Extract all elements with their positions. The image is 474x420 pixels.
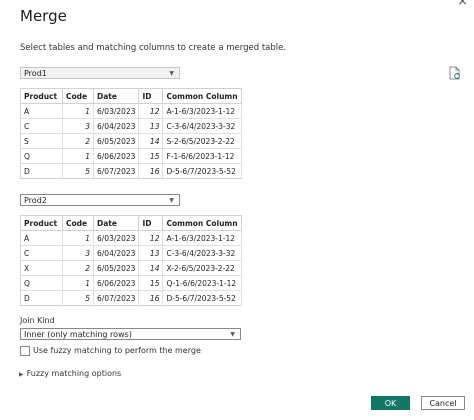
table2-preview: Product Code Date ID Common Column A 1 6… (20, 215, 242, 306)
cancel-button[interactable]: Cancel (421, 396, 465, 410)
table-cell: A (20, 230, 63, 246)
table-cell: X (20, 260, 63, 276)
table-cell: 5 (62, 163, 94, 179)
table-cell: 1 (62, 275, 94, 291)
column-header[interactable]: Date (93, 215, 140, 231)
table2-select-value: Prod2 (24, 196, 47, 205)
table-row: C 3 6/04/2023 13 C-3-6/4/2023-3-32 (20, 118, 242, 134)
fuzzy-options-label: Fuzzy matching options (26, 369, 122, 378)
table-cell: 3 (62, 118, 94, 134)
chevron-down-icon: ▼ (169, 70, 174, 77)
ok-button[interactable]: OK (371, 396, 410, 410)
table-cell: 6/06/2023 (93, 275, 140, 291)
table-row: Q 1 6/06/2023 15 F-1-6/6/2023-1-12 (20, 148, 242, 164)
table-row: A 1 6/03/2023 12 A-1-6/3/2023-1-12 (20, 230, 242, 246)
table-cell: 6/06/2023 (93, 148, 140, 164)
close-button[interactable]: × (457, 0, 468, 9)
chevron-right-icon: ▶ (19, 371, 24, 378)
table-cell: 5 (62, 290, 94, 306)
table-cell: 3 (62, 245, 94, 261)
table-cell: A-1-6/3/2023-1-12 (162, 230, 242, 246)
table-cell: 6/04/2023 (93, 118, 140, 134)
table-cell: Q (20, 275, 63, 291)
join-kind-select[interactable]: Inner (only matching rows) ▼ (20, 328, 241, 340)
table-cell: 15 (138, 275, 164, 291)
join-kind-value: Inner (only matching rows) (24, 330, 132, 339)
table-cell: 14 (138, 260, 164, 276)
table-cell: 6/07/2023 (93, 163, 140, 179)
table2-select[interactable]: Prod2 ▼ (20, 194, 180, 206)
table-cell: S (20, 133, 63, 149)
table-cell: Q-1-6/6/2023-1-12 (162, 275, 242, 291)
table-cell: 6/03/2023 (93, 103, 140, 119)
table-cell: 6/04/2023 (93, 245, 140, 261)
table-cell: 1 (62, 148, 94, 164)
column-header[interactable]: Code (62, 88, 94, 104)
table-row: D 5 6/07/2023 16 D-5-6/7/2023-5-52 (20, 290, 242, 306)
table-cell: 12 (138, 103, 164, 119)
table-cell: S-2-6/5/2023-2-22 (162, 133, 242, 149)
column-header[interactable]: Product (20, 88, 63, 104)
table-cell: 13 (138, 118, 164, 134)
table-cell: D-5-6/7/2023-5-52 (162, 163, 242, 179)
table-row: C 3 6/04/2023 13 C-3-6/4/2023-3-32 (20, 245, 242, 261)
table-cell: D-5-6/7/2023-5-52 (162, 290, 242, 306)
table-row: Q 1 6/06/2023 15 Q-1-6/6/2023-1-12 (20, 275, 242, 291)
table1-preview: Product Code Date ID Common Column A 1 6… (20, 88, 242, 179)
table-cell: 6/05/2023 (93, 133, 140, 149)
table-row: S 2 6/05/2023 14 S-2-6/5/2023-2-22 (20, 133, 242, 149)
dialog-title: Merge (20, 7, 67, 25)
table-cell: 16 (138, 290, 164, 306)
table-cell: C-3-6/4/2023-3-32 (162, 118, 242, 134)
table-cell: 1 (62, 230, 94, 246)
table-cell: X-2-6/5/2023-2-22 (162, 260, 242, 276)
table-cell: 2 (62, 133, 94, 149)
table-cell: 16 (138, 163, 164, 179)
column-header[interactable]: Product (20, 215, 63, 231)
table1-select-value: Prod1 (24, 69, 47, 78)
table-cell: 1 (62, 103, 94, 119)
table-row: A 1 6/03/2023 12 A-1-6/3/2023-1-12 (20, 103, 242, 119)
join-kind-label: Join Kind (20, 316, 55, 325)
table-row: D 5 6/07/2023 16 D-5-6/7/2023-5-52 (20, 163, 242, 179)
table-cell: 6/07/2023 (93, 290, 140, 306)
table-row: X 2 6/05/2023 14 X-2-6/5/2023-2-22 (20, 260, 242, 276)
table1-select[interactable]: Prod1 ▼ (20, 67, 180, 79)
table-cell: C (20, 245, 63, 261)
table-cell: D (20, 163, 63, 179)
table-cell: 15 (138, 148, 164, 164)
fuzzy-matching-label[interactable]: Use fuzzy matching to perform the merge (33, 346, 201, 355)
table-cell: A-1-6/3/2023-1-12 (162, 103, 242, 119)
table-cell: 13 (138, 245, 164, 261)
table-cell: D (20, 290, 63, 306)
table-cell: Q (20, 148, 63, 164)
column-header[interactable]: Date (93, 88, 140, 104)
dialog-subtitle: Select tables and matching columns to cr… (20, 43, 287, 53)
column-header[interactable]: Common Column (162, 88, 242, 104)
fuzzy-matching-checkbox[interactable] (20, 346, 30, 356)
table-cell: 6/03/2023 (93, 230, 140, 246)
refresh-file-icon[interactable] (449, 66, 461, 80)
column-header[interactable]: Code (62, 215, 94, 231)
table-cell: C (20, 118, 63, 134)
column-header[interactable]: ID (138, 88, 164, 104)
table-cell: 14 (138, 133, 164, 149)
table-cell: 2 (62, 260, 94, 276)
column-header[interactable]: ID (138, 215, 164, 231)
fuzzy-options-toggle[interactable]: ▶ Fuzzy matching options (19, 369, 121, 378)
table-cell: F-1-6/6/2023-1-12 (162, 148, 242, 164)
table-cell: A (20, 103, 63, 119)
table-cell: C-3-6/4/2023-3-32 (162, 245, 242, 261)
chevron-down-icon: ▼ (169, 197, 174, 204)
table-cell: 12 (138, 230, 164, 246)
chevron-down-icon: ▼ (230, 331, 235, 338)
column-header[interactable]: Common Column (162, 215, 242, 231)
table-cell: 6/05/2023 (93, 260, 140, 276)
